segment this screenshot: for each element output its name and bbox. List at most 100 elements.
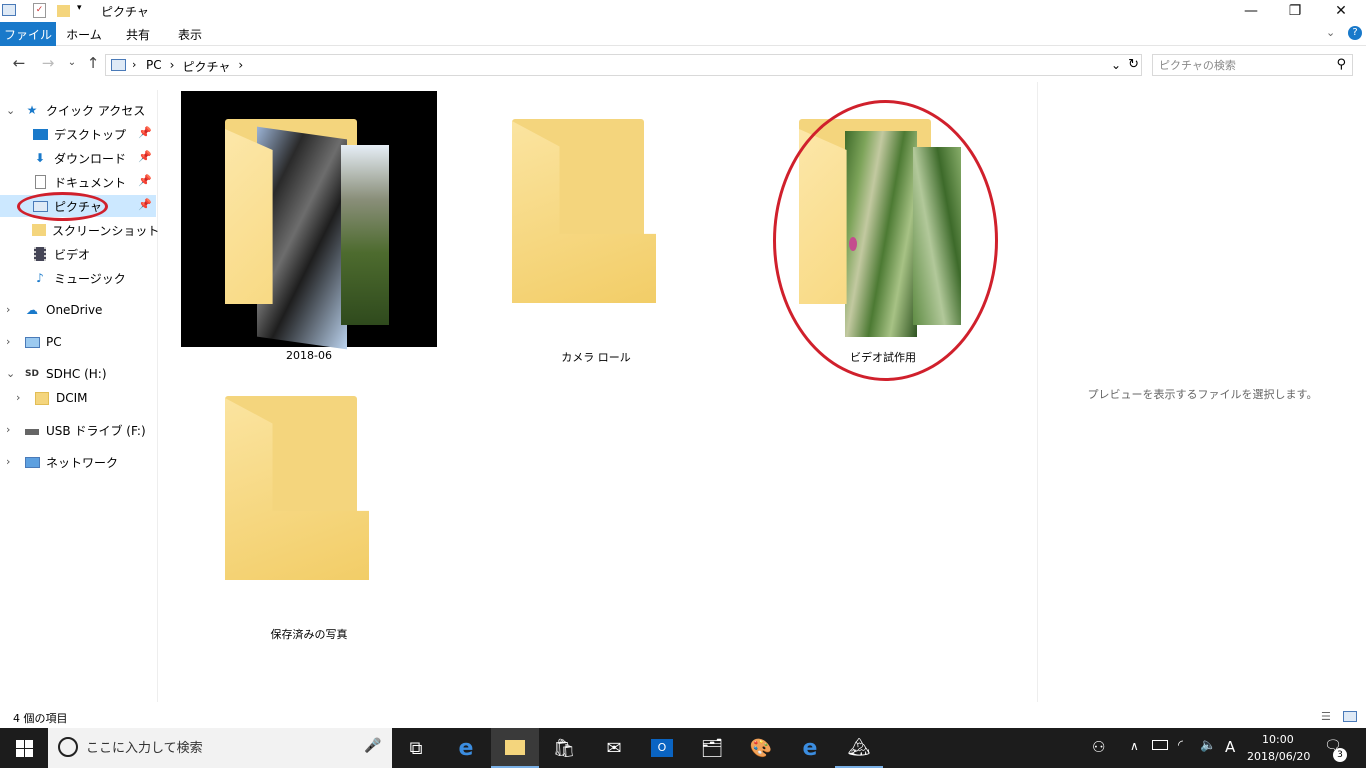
show-hidden-icons-icon[interactable]: ∧ [1130,739,1139,753]
folder-tile[interactable]: 保存済みの写真 [181,368,437,642]
chevron-right-icon[interactable]: › [170,58,175,75]
edge-icon[interactable]: e [442,728,490,768]
nav-videos[interactable]: ビデオ [0,243,156,265]
battery-icon[interactable] [1152,740,1168,750]
tab-file[interactable]: ファイル [0,22,56,46]
clock-date[interactable]: 2018/06/20 [1247,750,1310,763]
windows-icon [15,739,33,757]
properties-icon[interactable]: ✓ [33,3,46,18]
minimize-button[interactable]: — [1228,0,1274,22]
pin-icon[interactable]: 📌 [138,126,152,139]
help-icon[interactable]: ? [1348,26,1362,40]
microphone-icon[interactable]: 🎤 [364,738,381,754]
close-button[interactable]: ✕ [1318,0,1364,22]
nav-screenshots-label: スクリーンショット [52,223,160,238]
address-row: ← → ⌄ ↑ › PC › ピクチャ › ⌄ ↻ ⚲ [0,46,1366,82]
photos-icon[interactable]: 🏔 [835,728,883,768]
taskbar-search-input[interactable] [86,738,346,758]
nav-downloads[interactable]: ⬇ ダウンロード 📌 [0,147,156,169]
nav-pc[interactable]: › PC [0,331,156,353]
mail-icon[interactable]: ✉ [590,728,638,768]
folder-tile[interactable]: カメラ ロール [468,91,724,365]
forward-button[interactable]: → [38,54,58,72]
sd-card-icon: SD [25,369,39,379]
chevron-right-icon[interactable]: › [238,58,243,75]
nav-dcim[interactable]: › DCIM [0,387,156,409]
outlook-icon[interactable]: O [638,728,686,768]
highlight-circle-folder [773,100,998,381]
task-view-icon[interactable]: ⧉ [392,728,440,768]
tab-share[interactable]: 共有 [114,22,162,46]
nav-desktop[interactable]: デスクトップ 📌 [0,123,156,145]
refresh-icon[interactable]: ↻ [1128,57,1139,72]
breadcrumb-pictures[interactable]: ピクチャ [182,58,230,75]
nav-sdhc[interactable]: ⌄ SD SDHC (H:) [0,363,156,385]
photos-app-icon[interactable]: 🗂 [688,728,736,768]
taskbar-search[interactable]: 🎤 [48,728,392,768]
download-icon: ⬇ [34,151,46,165]
nav-sdhc-label: SDHC (H:) [46,367,107,381]
large-icons-view-icon[interactable] [1343,711,1357,722]
nav-quick-access[interactable]: ⌄ ★ クイック アクセス [0,99,156,121]
address-dropdown-icon[interactable]: ⌄ [1111,58,1121,72]
chevron-down-icon[interactable]: ⌄ [6,104,15,117]
ribbon-expand-icon[interactable]: ⌄ [1326,26,1335,39]
volume-icon[interactable]: 🔈 [1200,738,1216,753]
chevron-down-icon[interactable]: ▾ [77,3,82,13]
ime-indicator[interactable]: A [1225,738,1235,756]
search-input[interactable] [1159,57,1329,73]
store-icon[interactable]: 🛍 [540,728,588,768]
breadcrumb-pc[interactable]: PC [146,58,162,75]
paint-icon[interactable]: 🎨 [737,728,785,768]
new-folder-icon[interactable] [57,5,70,17]
status-bar: 4 個の項目 ☰ [0,706,1366,728]
chevron-right-icon[interactable]: › [16,391,20,404]
back-button[interactable]: ← [9,54,29,72]
pin-icon[interactable]: 📌 [138,150,152,163]
search-box[interactable]: ⚲ [1152,54,1353,76]
nav-screenshots[interactable]: スクリーンショット [0,219,160,241]
chevron-right-icon[interactable]: › [6,455,10,468]
nav-documents[interactable]: ドキュメント 📌 [0,171,156,193]
window-title: ピクチャ [101,5,149,19]
folder-thumbnail [181,91,437,350]
clock-time[interactable]: 10:00 [1262,733,1294,746]
nav-network[interactable]: › ネットワーク [0,451,156,473]
item-count: 4 個の項目 [13,712,68,725]
desktop-icon [32,126,48,142]
edge-running-icon[interactable]: e [786,728,834,768]
nav-music[interactable]: ♪ ミュージック [0,267,156,289]
start-button[interactable] [0,728,48,768]
nav-usb[interactable]: › USB ドライブ (F:) [0,419,156,441]
star-icon: ★ [26,103,38,117]
folder-thumbnail [468,91,724,347]
recent-locations-button[interactable]: ⌄ [62,57,82,68]
chevron-right-icon[interactable]: › [6,423,10,436]
chevron-right-icon[interactable]: › [6,335,10,348]
tab-view[interactable]: 表示 [166,22,214,46]
pin-icon[interactable]: 📌 [138,174,152,187]
chevron-down-icon[interactable]: ⌄ [6,367,15,380]
up-button[interactable]: ↑ [83,54,103,72]
nav-onedrive[interactable]: › ☁ OneDrive [0,299,156,321]
folder-icon [34,390,50,406]
tab-home[interactable]: ホーム [58,22,110,46]
folder-tile[interactable]: 2018-06 [181,91,437,362]
pin-icon[interactable]: 📌 [138,198,152,211]
restore-button[interactable]: ❐ [1272,0,1318,22]
search-icon[interactable]: ⚲ [1336,57,1346,72]
wifi-icon[interactable]: ◜ [1178,738,1183,753]
people-icon[interactable]: ⚇ [1092,738,1105,756]
details-view-icon[interactable]: ☰ [1321,710,1331,723]
nav-quick-access-label: クイック アクセス [46,103,146,118]
pictures-location-icon [111,59,126,71]
folder-icon [32,222,46,238]
nav-network-label: ネットワーク [46,455,119,470]
preview-pane: プレビューを表示するファイルを選択します。 [1037,82,1366,702]
window-icon[interactable] [2,4,16,16]
folder-name: カメラ ロール [561,351,631,364]
file-explorer-icon[interactable] [491,728,539,768]
nav-desktop-label: デスクトップ [54,127,127,142]
chevron-right-icon[interactable]: › [6,303,10,316]
address-bar[interactable]: › PC › ピクチャ › ⌄ ↻ [105,54,1142,76]
